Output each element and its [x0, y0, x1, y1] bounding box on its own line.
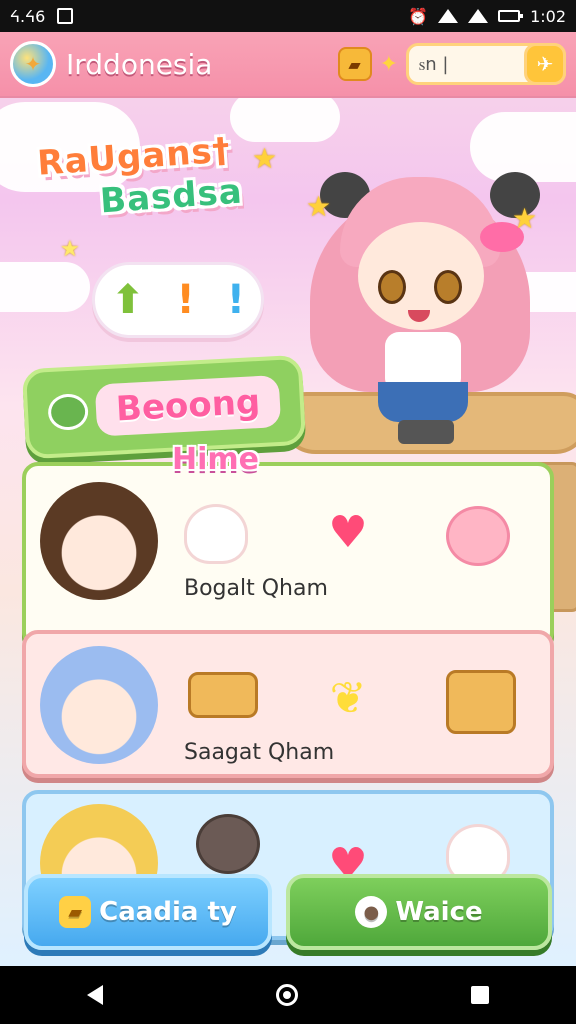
character-card[interactable]: ❦ Saagat Qham: [22, 630, 554, 778]
nav-bar: [0, 966, 576, 1024]
exclamation-icon[interactable]: !: [227, 277, 245, 323]
status-bar: ᔦ.ᔦ6 ⏰ 1:02: [0, 0, 576, 32]
cloud-decoration: [0, 262, 90, 312]
toast-icon[interactable]: ▰: [337, 47, 372, 81]
card-label: Saagat Qham: [184, 740, 335, 765]
app-screen: ✦ Irddonesia ▰ ✦ ✈ RaUgans† Basdsa ★ ★ ⬆…: [0, 32, 576, 966]
logo-line-2: Basdsa: [98, 171, 244, 222]
top-actions: ▰ ✦ ✈: [337, 43, 566, 85]
status-left-text: ᔦ.ᔦ6: [10, 6, 46, 26]
toast-icon: ▰: [59, 896, 92, 928]
avatar: [40, 482, 158, 600]
button-label: Caadia ty: [99, 897, 237, 927]
star-icon: ★: [252, 142, 278, 175]
battery-icon: [498, 10, 524, 22]
status-right: ⏰ 1:02: [408, 7, 566, 26]
arrow-up-icon[interactable]: ⬆: [111, 277, 145, 323]
back-icon[interactable]: [86, 985, 103, 1005]
heroine-character[interactable]: [300, 152, 540, 452]
search-box[interactable]: ✈: [406, 43, 566, 85]
button-label: Waice: [395, 897, 483, 927]
home-icon[interactable]: [275, 984, 298, 1006]
card-title: Hime: [172, 442, 259, 477]
app-title: Irddonesia: [66, 47, 213, 81]
primary-action-button[interactable]: ▰ Caadia ty: [24, 874, 272, 950]
search-input[interactable]: [419, 53, 519, 75]
recent-apps-icon[interactable]: [471, 986, 490, 1004]
exclamation-icon[interactable]: !: [176, 277, 194, 323]
search-button[interactable]: ✈: [524, 43, 566, 85]
box-icon[interactable]: [446, 670, 516, 734]
wifi-icon: [438, 9, 459, 23]
status-time: 1:02: [530, 6, 566, 26]
emote-bubble[interactable]: ⬆ ! !: [92, 262, 264, 338]
character-card[interactable]: Hime ♥ Bogalt Qham: [22, 442, 554, 648]
banner-label: Beoong: [94, 374, 282, 437]
secondary-action-button[interactable]: ● Waice: [286, 874, 552, 950]
notification-icon: [57, 8, 74, 24]
banner[interactable]: Beoong: [21, 354, 307, 460]
star-icon: ★: [306, 190, 332, 223]
star-icon: ★: [60, 237, 80, 262]
cat-icon[interactable]: [196, 814, 260, 874]
frog-icon: [47, 393, 90, 432]
leaf-icon[interactable]: ❦: [316, 668, 380, 728]
heart-icon[interactable]: ♥: [316, 502, 380, 562]
globe-icon[interactable]: ✦: [10, 41, 56, 87]
bunny-icon[interactable]: [184, 504, 248, 564]
sparkle-icon: ✦: [379, 51, 398, 77]
signal-icon: [468, 9, 489, 23]
plane-icon: ✈: [536, 52, 554, 76]
card-label: Bogalt Qham: [184, 576, 328, 601]
sheep-icon: ●: [355, 896, 388, 928]
status-left: ᔦ.ᔦ6: [10, 6, 74, 26]
pig-icon[interactable]: [446, 506, 510, 566]
avatar: [40, 646, 158, 764]
star-icon: ★: [512, 202, 538, 235]
top-bar: ✦ Irddonesia ▰ ✦ ✈: [0, 32, 576, 98]
alarm-icon: ⏰: [408, 6, 429, 26]
bottom-actions: ▰ Caadia ty ● Waice: [24, 874, 552, 954]
toast-icon[interactable]: [188, 672, 258, 718]
